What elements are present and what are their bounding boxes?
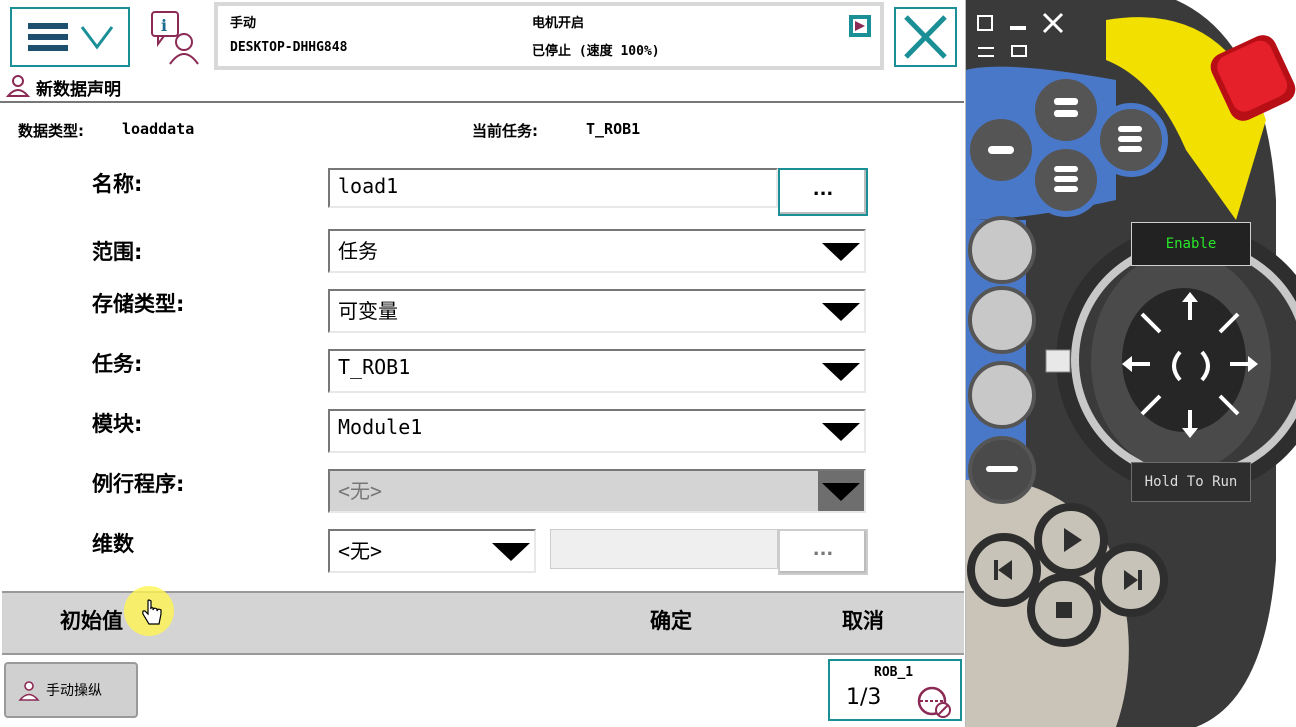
scope-value: 任务 bbox=[338, 239, 378, 263]
flexpendant-screen: i 手动 DESKTOP-DHHG848 电机开启 已停止 (速度 100%) … bbox=[0, 0, 966, 727]
module-value: Module1 bbox=[338, 415, 423, 439]
speed-fraction: 1/3 bbox=[846, 685, 882, 710]
virtual-flexpendant-device bbox=[966, 0, 1296, 727]
name-keyboard-button[interactable]: ... bbox=[778, 168, 868, 216]
close-button[interactable] bbox=[894, 7, 957, 67]
menu-icon bbox=[28, 23, 114, 51]
name-value: load1 bbox=[338, 174, 399, 198]
task-label: 任务: bbox=[92, 352, 143, 376]
task-status-icon bbox=[849, 15, 871, 37]
operating-mode: 手动 bbox=[230, 16, 257, 31]
current-task-label: 当前任务: bbox=[472, 122, 538, 140]
status-panel[interactable]: 手动 DESKTOP-DHHG848 电机开启 已停止 (速度 100%) bbox=[214, 2, 884, 70]
jog-taskbar-button[interactable]: 手动操纵 bbox=[4, 662, 138, 718]
hold-to-run-label[interactable]: Hold To Run bbox=[1131, 462, 1251, 502]
routine-label: 例行程序: bbox=[92, 472, 185, 496]
storage-type-dropdown[interactable]: 可变量 bbox=[328, 289, 866, 333]
enable-label[interactable]: Enable bbox=[1131, 222, 1251, 266]
data-declaration-icon bbox=[6, 75, 31, 97]
close-icon bbox=[904, 15, 947, 59]
current-task-value: T_ROB1 bbox=[586, 120, 641, 138]
routine-value: <无> bbox=[338, 479, 383, 503]
dimension-dropdown[interactable]: <无> bbox=[328, 529, 536, 573]
module-label: 模块: bbox=[92, 412, 143, 436]
dimension-size-input bbox=[550, 529, 778, 569]
jog-taskbar-label: 手动操纵 bbox=[46, 683, 102, 699]
module-dropdown[interactable]: Module1 bbox=[328, 409, 866, 453]
ok-button[interactable]: 确定 bbox=[650, 605, 692, 635]
event-log-icon[interactable]: i bbox=[146, 8, 208, 68]
chevron-down-icon bbox=[818, 411, 864, 451]
controller-name: DESKTOP-DHHG848 bbox=[230, 40, 348, 55]
storage-type-value: 可变量 bbox=[338, 299, 398, 323]
storage-type-label: 存储类型: bbox=[92, 292, 185, 316]
page-title: 新数据声明 bbox=[36, 80, 121, 100]
chevron-down-icon bbox=[818, 351, 864, 391]
title-divider bbox=[0, 101, 964, 103]
data-type-value: loaddata bbox=[122, 120, 195, 138]
motor-state: 电机开启 bbox=[532, 16, 585, 31]
data-type-label: 数据类型: bbox=[18, 122, 84, 140]
scope-dropdown[interactable]: 任务 bbox=[328, 229, 866, 273]
chevron-down-icon bbox=[818, 471, 864, 511]
quickset-panel[interactable]: ROB_1 1/3 bbox=[828, 659, 962, 721]
routine-dropdown: <无> bbox=[328, 469, 866, 513]
svg-text:i: i bbox=[161, 16, 167, 35]
dimension-value: <无> bbox=[338, 539, 383, 563]
task-value: T_ROB1 bbox=[338, 355, 411, 379]
hand-cursor-icon bbox=[142, 599, 162, 625]
cancel-button[interactable]: 取消 bbox=[842, 605, 884, 635]
page-header: 新数据声明 bbox=[6, 72, 406, 100]
program-state: 已停止 (速度 100%) bbox=[532, 44, 660, 59]
chevron-down-icon bbox=[818, 291, 864, 331]
mechanical-unit-label: ROB_1 bbox=[874, 665, 914, 680]
chevron-down-icon bbox=[818, 231, 864, 271]
jog-person-icon bbox=[18, 681, 40, 701]
dimension-keyboard-button: ... bbox=[778, 529, 868, 575]
task-dropdown[interactable]: T_ROB1 bbox=[328, 349, 866, 393]
increment-icon bbox=[917, 686, 951, 718]
chevron-down-icon bbox=[488, 531, 534, 571]
name-input[interactable]: load1 bbox=[328, 168, 778, 208]
abb-menu-button[interactable] bbox=[10, 7, 130, 67]
joystick[interactable] bbox=[1122, 288, 1246, 432]
initial-value-button[interactable]: 初始值 bbox=[60, 605, 123, 635]
dimension-label: 维数 bbox=[92, 532, 134, 556]
name-label: 名称: bbox=[92, 172, 143, 196]
scope-label: 范围: bbox=[92, 240, 143, 264]
